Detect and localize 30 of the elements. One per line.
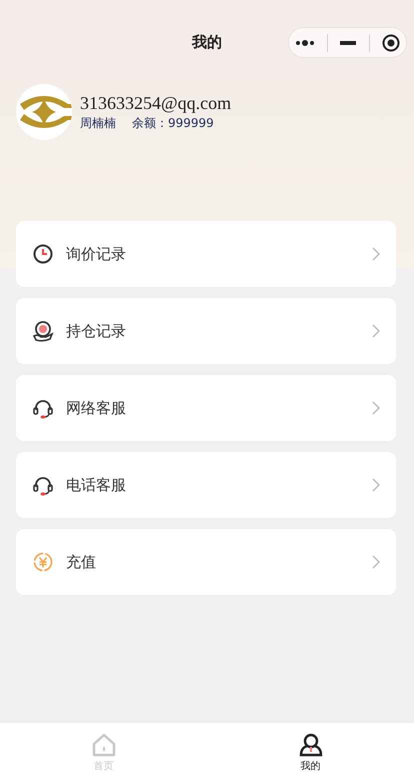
menu-item[interactable]: 持仓记录 [16,298,396,364]
chevron-icon [372,555,380,569]
chevron-icon [372,478,380,492]
user-email: 313633254@qq.com [80,92,232,114]
yuan-icon [32,551,54,573]
menu-item[interactable]: 询价记录 [16,221,396,287]
minimize-icon[interactable] [340,40,356,44]
menu-label: 持仓记录 [66,320,127,342]
menu-item[interactable]: 充值 [16,529,396,595]
tab-item[interactable]: 我的 [207,723,414,780]
user-icon [298,733,322,757]
menu-item[interactable]: 网络客服 [16,375,396,441]
close-icon[interactable] [382,34,400,52]
chevron-icon [372,401,380,415]
coin-hand-icon [32,320,54,342]
menu-label: 网络客服 [66,398,127,419]
menu-label: 询价记录 [66,244,127,265]
more-icon[interactable] [295,38,316,46]
headset-icon [32,474,54,496]
page-title: 我的 [192,33,222,51]
clock-icon [32,243,54,265]
home-icon [92,733,116,757]
chevron-icon [372,247,380,261]
menu-label: 充值 [66,552,97,573]
headset-icon [32,397,54,419]
balance-text: 余额：999999 [132,115,214,132]
chevron-icon [372,324,380,338]
menu-item[interactable]: 电话客服 [16,452,396,518]
menu-label: 电话客服 [66,474,127,496]
user-name: 周楠楠 [80,115,116,132]
